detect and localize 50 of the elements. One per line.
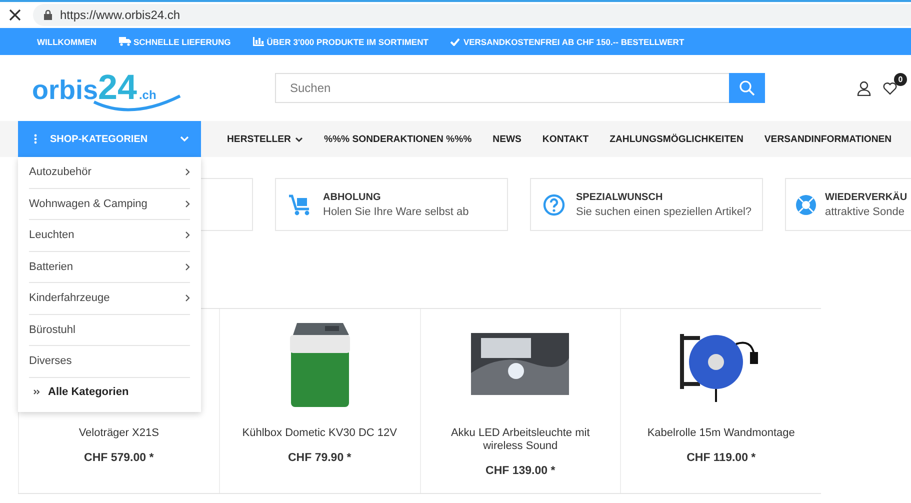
feature-description: Sie suchen einen speziellen Artikel? bbox=[576, 206, 752, 218]
product-name[interactable]: Veloträger X21S bbox=[62, 427, 175, 440]
search-field[interactable]: Suchen bbox=[275, 73, 729, 103]
feature-title: ABHOLUNG bbox=[323, 192, 382, 202]
info-text: ÜBER 3'000 PRODUKTE IM SORTIMENT bbox=[266, 36, 428, 46]
product-name[interactable]: Kabelrolle 15m Wandmontage bbox=[631, 427, 811, 440]
address-bar[interactable]: https://www.orbis24.ch bbox=[33, 4, 911, 26]
truck-icon bbox=[118, 37, 130, 46]
menu-dots-icon bbox=[34, 134, 37, 144]
close-icon[interactable] bbox=[9, 9, 21, 21]
lifebuoy-icon bbox=[796, 194, 816, 214]
nav-link[interactable]: KONTAKT bbox=[542, 134, 589, 144]
nav-link[interactable]: %%% SONDERAKTIONEN %%% bbox=[324, 134, 472, 144]
wishlist-icon[interactable] bbox=[883, 82, 897, 94]
product-price: CHF 79.90 * bbox=[288, 452, 352, 464]
url-text: https://www.orbis24.ch bbox=[60, 8, 180, 22]
category-menu-item[interactable]: Wohnwagen & Camping bbox=[29, 188, 190, 220]
product-price: CHF 139.00 * bbox=[486, 465, 556, 477]
search-button[interactable] bbox=[729, 73, 765, 103]
product-price: CHF 119.00 * bbox=[686, 452, 756, 464]
nav-link[interactable]: VERSANDINFORMATIONEN bbox=[764, 134, 892, 144]
feature-description: Holen Sie Ihre Ware selbst ab bbox=[323, 206, 469, 218]
double-chevron-icon bbox=[33, 388, 40, 394]
feature-title: SPEZIALWUNSCH bbox=[576, 192, 664, 202]
product-name[interactable]: Kühlbox Dometic KV30 DC 12V bbox=[226, 427, 413, 440]
nav-link[interactable]: NEWS bbox=[492, 134, 522, 144]
search-icon bbox=[739, 80, 755, 96]
lock-icon bbox=[44, 10, 52, 20]
hand-truck-icon bbox=[288, 194, 312, 216]
bar-chart-icon bbox=[252, 37, 264, 46]
info-text: VERSANDKOSTENFREI AB CHF 150.-- BESTELLWERT bbox=[463, 36, 684, 46]
wishlist-count-badge: 0 bbox=[894, 72, 907, 86]
category-menu-item[interactable]: Diverses bbox=[29, 346, 190, 378]
category-menu-item[interactable]: Batterien bbox=[29, 252, 190, 283]
category-menu-item[interactable]: Kinderfahrzeuge bbox=[29, 283, 190, 314]
user-icon[interactable] bbox=[857, 80, 871, 96]
check-icon bbox=[450, 38, 460, 46]
nav-link[interactable]: HERSTELLER bbox=[227, 134, 303, 144]
product-price: CHF 579.00 * bbox=[84, 452, 154, 464]
info-text: WILLKOMMEN bbox=[37, 36, 96, 46]
category-menu-item[interactable]: Autozubehör bbox=[29, 157, 190, 188]
question-icon bbox=[543, 194, 565, 216]
category-menu-item[interactable]: Bürostuhl bbox=[29, 314, 190, 346]
all-categories-link[interactable]: Alle Kategorien bbox=[29, 378, 190, 406]
info-text: SCHNELLE LIEFERUNG bbox=[134, 36, 231, 46]
nav-link[interactable]: ZAHLUNGSMÖGLICHKEITEN bbox=[610, 134, 744, 144]
feature-description: attraktive Sonde bbox=[825, 206, 906, 218]
feature-title: WIEDERVERKÄU bbox=[825, 192, 908, 202]
product-name[interactable]: Akku LED Arbeitsleuchte mit wireless Sound bbox=[420, 427, 620, 453]
category-menu-item[interactable]: Leuchten bbox=[29, 220, 190, 252]
